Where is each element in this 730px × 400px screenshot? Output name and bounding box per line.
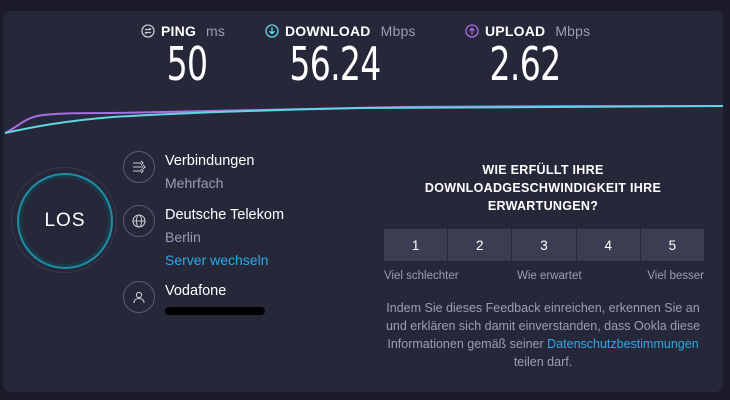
user-icon [123,281,155,313]
isp-info: Vodafone [123,281,265,315]
rating-5-button[interactable]: 5 [640,229,705,261]
upload-metric: UPLOAD Mbps 2.62 [465,23,605,91]
consent-text-end: teilen darf. [513,355,573,369]
rating-scale: 1 2 3 4 5 [384,229,705,261]
download-value: 56.24 [289,37,381,91]
download-graph-line [4,105,723,134]
upload-graph-line [4,105,723,134]
rating-label-high: Viel besser [647,270,704,282]
download-arrow-icon [265,24,279,38]
upload-value: 2.62 [489,37,562,91]
server-info: Deutsche Telekom Berlin Server wechseln [123,205,284,271]
rating-1-button[interactable]: 1 [384,229,448,261]
rating-label-mid: Wie erwartet [517,270,582,282]
rating-4-button[interactable]: 4 [576,229,640,261]
server-city: Berlin [165,229,201,245]
server-provider: Deutsche Telekom [165,207,285,223]
ping-metric: PING ms 50 [141,23,241,91]
connections-setting: Verbindungen Mehrfach [123,151,255,195]
upload-arrow-icon [465,24,479,38]
start-test-button[interactable]: LOS [11,167,117,273]
ping-value: 50 [166,37,208,91]
connections-icon [123,151,155,183]
connections-title: Verbindungen [165,153,255,169]
start-test-ring [11,167,117,273]
speedtest-panel: PING ms 50 DOWNLOAD Mbps 56.24 UPLOAD Mb… [3,11,723,392]
feedback-consent-note: Indem Sie dieses Feedback einreichen, er… [381,299,705,371]
rating-2-button[interactable]: 2 [448,229,512,261]
privacy-policy-link[interactable]: Datenschutzbestimmungen [547,337,698,351]
download-metric: DOWNLOAD Mbps 56.24 [265,23,435,91]
redacted-ip [165,307,265,315]
speed-graph [4,105,723,134]
ping-icon [141,24,155,38]
connections-value: Mehrfach [165,175,224,191]
globe-icon [123,205,155,237]
rating-label-low: Viel schlechter [384,270,459,282]
rating-3-button[interactable]: 3 [512,229,576,261]
feedback-question: WIE ERFÜLLT IHRE DOWNLOADGESCHWINDIGKEIT… [424,163,662,213]
change-server-link[interactable]: Server wechseln [165,249,284,271]
isp-name: Vodafone [165,283,227,299]
